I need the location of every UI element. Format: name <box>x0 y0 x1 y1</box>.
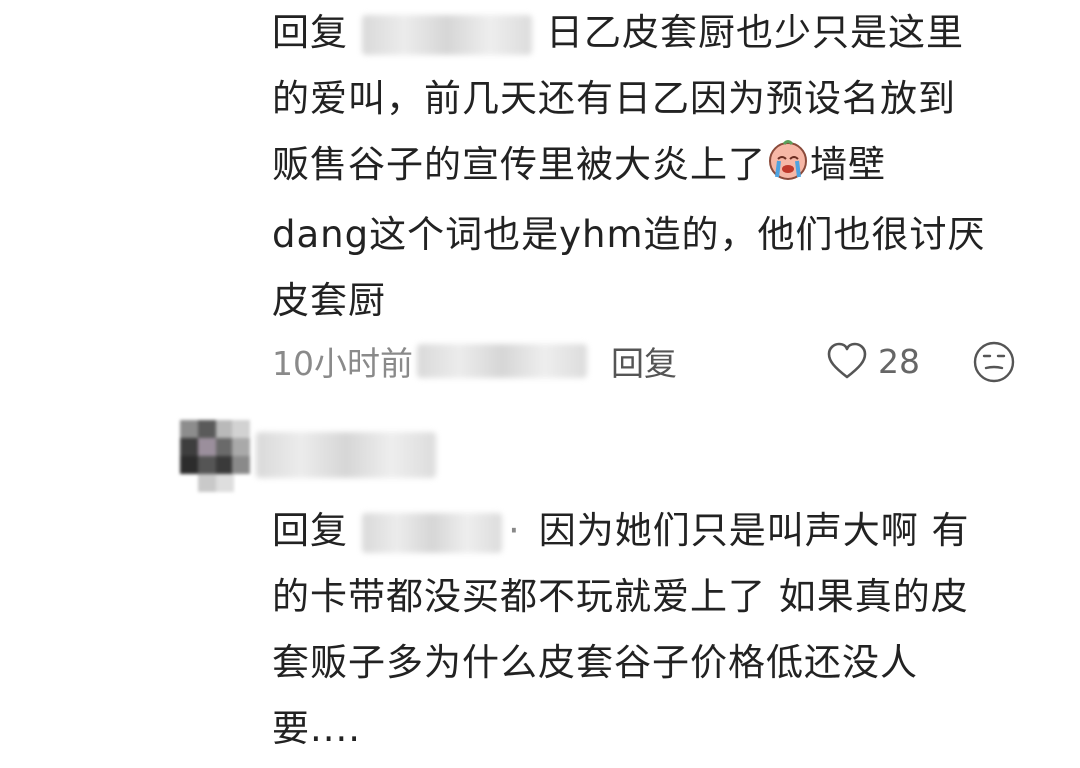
comment-time: 10小时前 <box>272 344 413 383</box>
reply-button[interactable]: 回复 <box>611 337 677 385</box>
neutral-face-icon <box>973 341 1015 383</box>
comment-1-text-line-3b: 墙壁 <box>810 143 886 186</box>
comment-2-text-line-1: 因为她们只是叫声大啊 有 <box>538 509 970 552</box>
crying-face-emoji-icon <box>766 136 810 202</box>
comment-2-line-3: 套贩子多为什么皮套谷子价格低还没人 <box>272 641 918 684</box>
comment-2-line-1: 回复 · 因为她们只是叫声大啊 有 <box>272 498 1052 564</box>
comment-1-text-line-3a: 贩售谷子的宣传里被大炎上了 <box>272 143 766 186</box>
comment-1-meta: 10小时前 回复 <box>272 334 677 388</box>
comment-1-line-3: 贩售谷子的宣传里被大炎上了 墙壁 <box>272 132 1052 202</box>
comment-2-line-4: 要.... <box>272 707 362 750</box>
blurred-username[interactable] <box>362 512 502 553</box>
blurred-username[interactable] <box>362 14 532 55</box>
comment-1-line-4: dang这个词也是yhm造的，他们也很讨厌 <box>272 213 986 256</box>
blurred-username[interactable] <box>256 432 436 478</box>
comment-1-line-5: 皮套厨 <box>272 279 386 322</box>
comment-1-body: 回复 日乙皮套厨也少只是这里 的爱叫，前几天还有日乙因为预设名放到 贩售谷子的宣传… <box>272 0 1052 334</box>
comment-1-line-2: 的爱叫，前几天还有日乙因为预设名放到 <box>272 77 956 120</box>
reply-prefix: 回复 <box>272 509 348 552</box>
comment-1-line-1: 回复 日乙皮套厨也少只是这里 <box>272 0 1052 66</box>
react-button[interactable] <box>972 340 1016 388</box>
like-count: 28 <box>878 341 920 381</box>
reply-prefix: 回复 <box>272 11 348 54</box>
comment-2-body: 回复 · 因为她们只是叫声大啊 有 的卡带都没买都不玩就爱上了 如果真的皮 套贩子多… <box>272 498 1052 762</box>
avatar[interactable] <box>180 420 250 500</box>
comment-2-line-2: 的卡带都没买都不玩就爱上了 如果真的皮 <box>272 575 969 618</box>
separator: · <box>508 509 521 552</box>
blurred-location <box>417 344 587 378</box>
like-button[interactable]: 28 <box>826 334 920 388</box>
heart-outline-icon <box>827 342 867 379</box>
comment-1-text-line-1: 日乙皮套厨也少只是这里 <box>546 11 964 54</box>
